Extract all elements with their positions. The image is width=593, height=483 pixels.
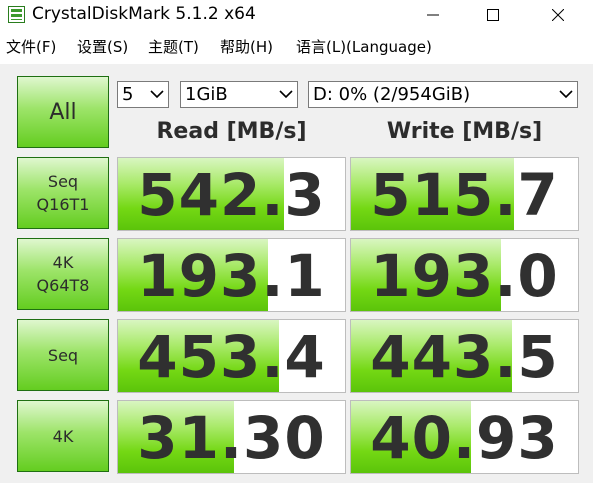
chevron-down-icon — [279, 90, 293, 99]
result-value: 193.1 — [137, 242, 326, 310]
test-size-select[interactable]: 1GiB — [180, 81, 298, 108]
result-value: 542.3 — [137, 161, 326, 229]
result-cell: 515.7 — [350, 157, 579, 231]
result-cell: 193.1 — [117, 238, 346, 312]
result-cell: 453.4 — [117, 319, 346, 393]
menu-help[interactable]: 帮助(H) — [220, 36, 273, 58]
close-icon — [552, 9, 564, 21]
minimize-button[interactable] — [410, 0, 456, 30]
menu-theme[interactable]: 主题(T) — [148, 36, 199, 58]
all-button[interactable]: All — [17, 76, 109, 148]
4k-q64t8-button[interactable]: 4K Q64T8 — [17, 238, 109, 310]
test-count-value: 5 — [122, 84, 134, 105]
result-value: 443.5 — [370, 323, 559, 391]
write-column-header: Write [MB/s] — [386, 119, 543, 144]
menu-file[interactable]: 文件(F) — [6, 36, 56, 58]
seq-button[interactable]: Seq — [17, 319, 109, 391]
result-value: 515.7 — [370, 161, 559, 229]
test-label-line1: 4K — [52, 426, 74, 446]
result-cell: 542.3 — [117, 157, 346, 231]
test-label-line1: 4K — [52, 253, 74, 272]
menu-language[interactable]: 语言(L)(Language) — [296, 36, 432, 58]
maximize-button[interactable] — [470, 0, 516, 30]
chevron-down-icon — [559, 90, 573, 99]
drive-value: D: 0% (2/954GiB) — [313, 84, 471, 105]
result-value: 193.0 — [370, 242, 559, 310]
window-title: CrystalDiskMark 5.1.2 x64 — [32, 4, 256, 24]
result-value: 453.4 — [137, 323, 326, 391]
test-label-line1: Seq — [47, 345, 79, 365]
result-cell: 193.0 — [350, 238, 579, 312]
read-column-header: Read [MB/s] — [156, 119, 307, 144]
result-value: 31.30 — [137, 404, 326, 472]
minimize-icon — [427, 14, 439, 16]
seq-q16t1-button[interactable]: Seq Q16T1 — [17, 157, 109, 229]
crystaldiskmark-app-icon — [8, 6, 25, 23]
result-cell: 31.30 — [117, 400, 346, 474]
maximize-icon — [487, 9, 499, 21]
chevron-down-icon — [150, 90, 164, 99]
result-cell: 40.93 — [350, 400, 579, 474]
main-panel: All 5 1GiB D: 0% (2/954GiB) Read [MB/s] … — [0, 64, 593, 483]
result-cell: 443.5 — [350, 319, 579, 393]
test-count-select[interactable]: 5 — [117, 81, 169, 108]
title-bar: CrystalDiskMark 5.1.2 x64 — [0, 0, 593, 30]
4k-button[interactable]: 4K — [17, 400, 109, 472]
drive-select[interactable]: D: 0% (2/954GiB) — [308, 81, 578, 108]
result-value: 40.93 — [370, 404, 559, 472]
test-size-value: 1GiB — [185, 84, 228, 105]
menu-settings[interactable]: 设置(S) — [77, 36, 128, 58]
test-label-line2: Q64T8 — [36, 276, 90, 295]
test-label-line1: Seq — [47, 172, 79, 191]
test-label-line2: Q16T1 — [36, 195, 90, 214]
close-button[interactable] — [535, 0, 581, 30]
